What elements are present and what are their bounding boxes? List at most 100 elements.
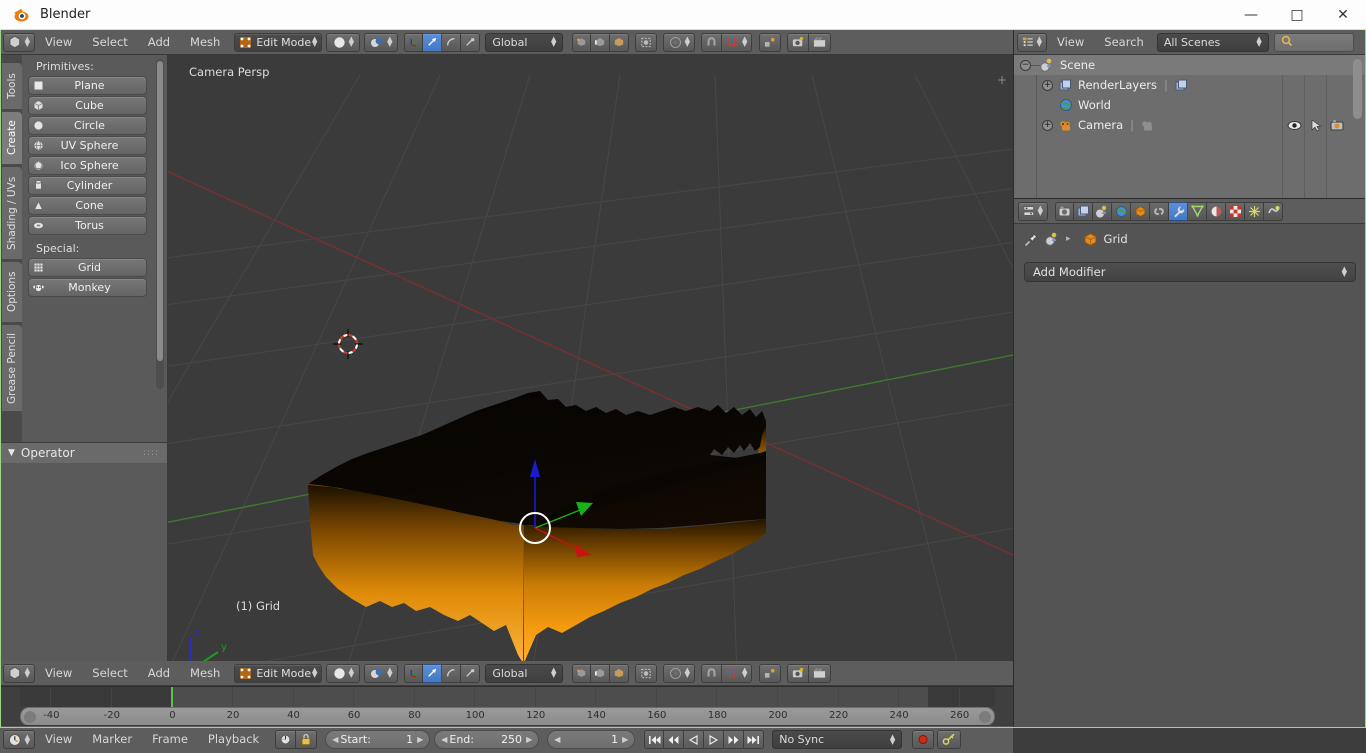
outliner-row-camera[interactable]: + Camera | [1014, 115, 1366, 135]
secondary-shading-options-button[interactable]: ▲▼ [364, 664, 398, 683]
secondary-mode-selector[interactable]: Edit Mode ▲▼ [234, 664, 322, 683]
secondary-menu-select[interactable]: Select [82, 661, 137, 686]
primitive-plane-button[interactable]: Plane [28, 76, 147, 95]
editor-type-3dview-icon[interactable]: ▲▼ [3, 664, 35, 683]
timeline-menu-marker[interactable]: Marker [82, 727, 142, 752]
secondary-proportional-edit-icon[interactable]: ▲▼ [663, 664, 695, 683]
secondary-face-select-icon[interactable] [610, 664, 629, 683]
secondary-render-opengl-animation-icon[interactable] [809, 664, 831, 683]
constraints-tab[interactable] [1150, 202, 1169, 221]
snap-target-increment-icon[interactable]: ▲▼ [722, 33, 752, 52]
outliner-scrollbar[interactable] [1353, 59, 1362, 119]
editor-type-3dview-icon[interactable]: ▲▼ [3, 33, 35, 52]
viewport-menu-add[interactable]: Add [138, 30, 180, 55]
outliner-row-world[interactable]: World [1014, 95, 1366, 115]
tool-shelf-scrollbar[interactable] [156, 59, 164, 389]
render-opengl-image-icon[interactable] [787, 33, 809, 52]
proportional-edit-icon[interactable]: ▲▼ [663, 33, 695, 52]
viewport-menu-view[interactable]: View [35, 30, 82, 55]
add-modifier-button[interactable]: Add Modifier ▲▼ [1024, 262, 1356, 282]
frame-back-icon[interactable] [684, 730, 704, 749]
transform-orientation-dropdown[interactable]: Global ▲▼ [485, 33, 563, 52]
minimize-button[interactable]: — [1228, 0, 1274, 30]
timeline-scroll-left-knob[interactable] [24, 711, 36, 723]
outliner-menu-search[interactable]: Search [1094, 30, 1154, 55]
outliner-menu-view[interactable]: View [1047, 30, 1094, 55]
object-tab[interactable] [1131, 202, 1150, 221]
restrict-view-eye-icon[interactable] [1287, 120, 1302, 131]
camera-data-icon[interactable] [1141, 119, 1155, 132]
render-layers-tab[interactable] [1074, 202, 1093, 221]
world-tab[interactable] [1112, 202, 1131, 221]
viewport-menu-select[interactable]: Select [82, 30, 137, 55]
primitive-cone-button[interactable]: Cone [28, 196, 147, 215]
expander-toggle[interactable]: + [1042, 120, 1053, 131]
texture-tab[interactable] [1226, 202, 1245, 221]
current-frame-field[interactable]: ◀ 1 ▶ [547, 730, 635, 749]
outliner-search-input[interactable] [1274, 33, 1354, 52]
manipulator-axis-icon[interactable] [404, 33, 423, 52]
editor-type-outliner-icon[interactable]: ▲▼ [1017, 33, 1047, 52]
secondary-snap-target-icon[interactable]: ▲▼ [722, 664, 752, 683]
timeline-track[interactable] [20, 687, 995, 707]
primitive-torus-button[interactable]: Torus [28, 216, 147, 235]
editor-type-timeline-icon[interactable]: ▲▼ [3, 730, 35, 749]
close-button[interactable]: ✕ [1320, 0, 1366, 30]
secondary-render-opengl-image-icon[interactable] [787, 664, 809, 683]
primitive-monkey-button[interactable]: Monkey [28, 278, 147, 297]
scene-icon[interactable] [1045, 232, 1060, 246]
tool-tab-shading-uvs[interactable]: Shading / UVs [2, 167, 22, 259]
secondary-transform-orientation-dropdown[interactable]: Global ▲▼ [485, 664, 563, 683]
editor-type-properties-icon[interactable]: ▲▼ [1018, 202, 1048, 221]
edge-select-icon[interactable] [591, 33, 610, 52]
primitive-circle-button[interactable]: Circle [28, 116, 147, 135]
translate-manipulator-icon[interactable] [423, 33, 442, 52]
timeline-menu-playback[interactable]: Playback [198, 727, 269, 752]
primitive-uv-sphere-button[interactable]: UV Sphere [28, 136, 147, 155]
secondary-edge-select-icon[interactable] [591, 664, 610, 683]
play-reverse-icon[interactable] [664, 730, 684, 749]
secondary-limit-selection-icon[interactable] [635, 664, 657, 683]
primitive-cylinder-button[interactable]: Cylinder [28, 176, 147, 195]
scale-manipulator-icon[interactable] [461, 33, 480, 52]
expander-toggle[interactable]: + [1042, 80, 1053, 91]
frame-forward-icon[interactable] [724, 730, 744, 749]
pivot-center-icon[interactable] [759, 33, 781, 52]
secondary-snap-magnet-icon[interactable] [701, 664, 722, 683]
snap-magnet-icon[interactable] [701, 33, 722, 52]
secondary-manipulator-axis-icon[interactable] [404, 664, 423, 683]
secondary-rotate-manipulator-icon[interactable] [442, 664, 461, 683]
frame-start-field[interactable]: ◀ Start: 1 ▶ [325, 730, 430, 749]
record-icon[interactable] [912, 730, 934, 749]
data-tab[interactable] [1188, 202, 1207, 221]
use-audio-sync-icon[interactable] [275, 730, 296, 749]
primitive-cube-button[interactable]: Cube [28, 96, 147, 115]
jump-start-icon[interactable] [644, 730, 664, 749]
physics-tab[interactable] [1264, 202, 1283, 221]
timeline-menu-view[interactable]: View [35, 727, 82, 752]
frame-end-field[interactable]: ◀ End: 250 ▶ [434, 730, 539, 749]
vertex-select-icon[interactable] [572, 33, 591, 52]
outliner-row-renderlayers[interactable]: + RenderLayers | [1014, 75, 1366, 95]
pin-icon[interactable] [1024, 232, 1039, 247]
scene-tab[interactable] [1093, 202, 1112, 221]
auto-keying-icon[interactable] [937, 730, 961, 749]
cursor-arrow-icon[interactable] [1311, 119, 1322, 132]
tool-tab-options[interactable]: Options [2, 262, 22, 322]
limit-selection-visible-icon[interactable] [635, 33, 657, 52]
jump-end-icon[interactable] [744, 730, 764, 749]
rotate-manipulator-icon[interactable] [442, 33, 461, 52]
outliner-tree[interactable]: − Scene + RenderLayers | World [1014, 55, 1366, 198]
panel-grip[interactable]: :::: [143, 448, 159, 458]
secondary-translate-manipulator-icon[interactable] [423, 664, 442, 683]
renderlayer-data-icon[interactable] [1175, 79, 1189, 92]
sync-mode-dropdown[interactable]: No Sync ▲▼ [772, 730, 902, 749]
maximize-button[interactable]: □ [1274, 0, 1320, 30]
viewport-expand-arrows-icon[interactable]: + [997, 73, 1007, 87]
camera-render-icon[interactable] [1330, 119, 1344, 131]
secondary-pivot-center-icon[interactable] [759, 664, 781, 683]
mode-selector[interactable]: Edit Mode ▲▼ [234, 33, 322, 52]
tool-tab-grease-pencil[interactable]: Grease Pencil [2, 325, 22, 411]
secondary-scale-manipulator-icon[interactable] [461, 664, 480, 683]
shading-options-button[interactable]: ▲▼ [364, 33, 398, 52]
